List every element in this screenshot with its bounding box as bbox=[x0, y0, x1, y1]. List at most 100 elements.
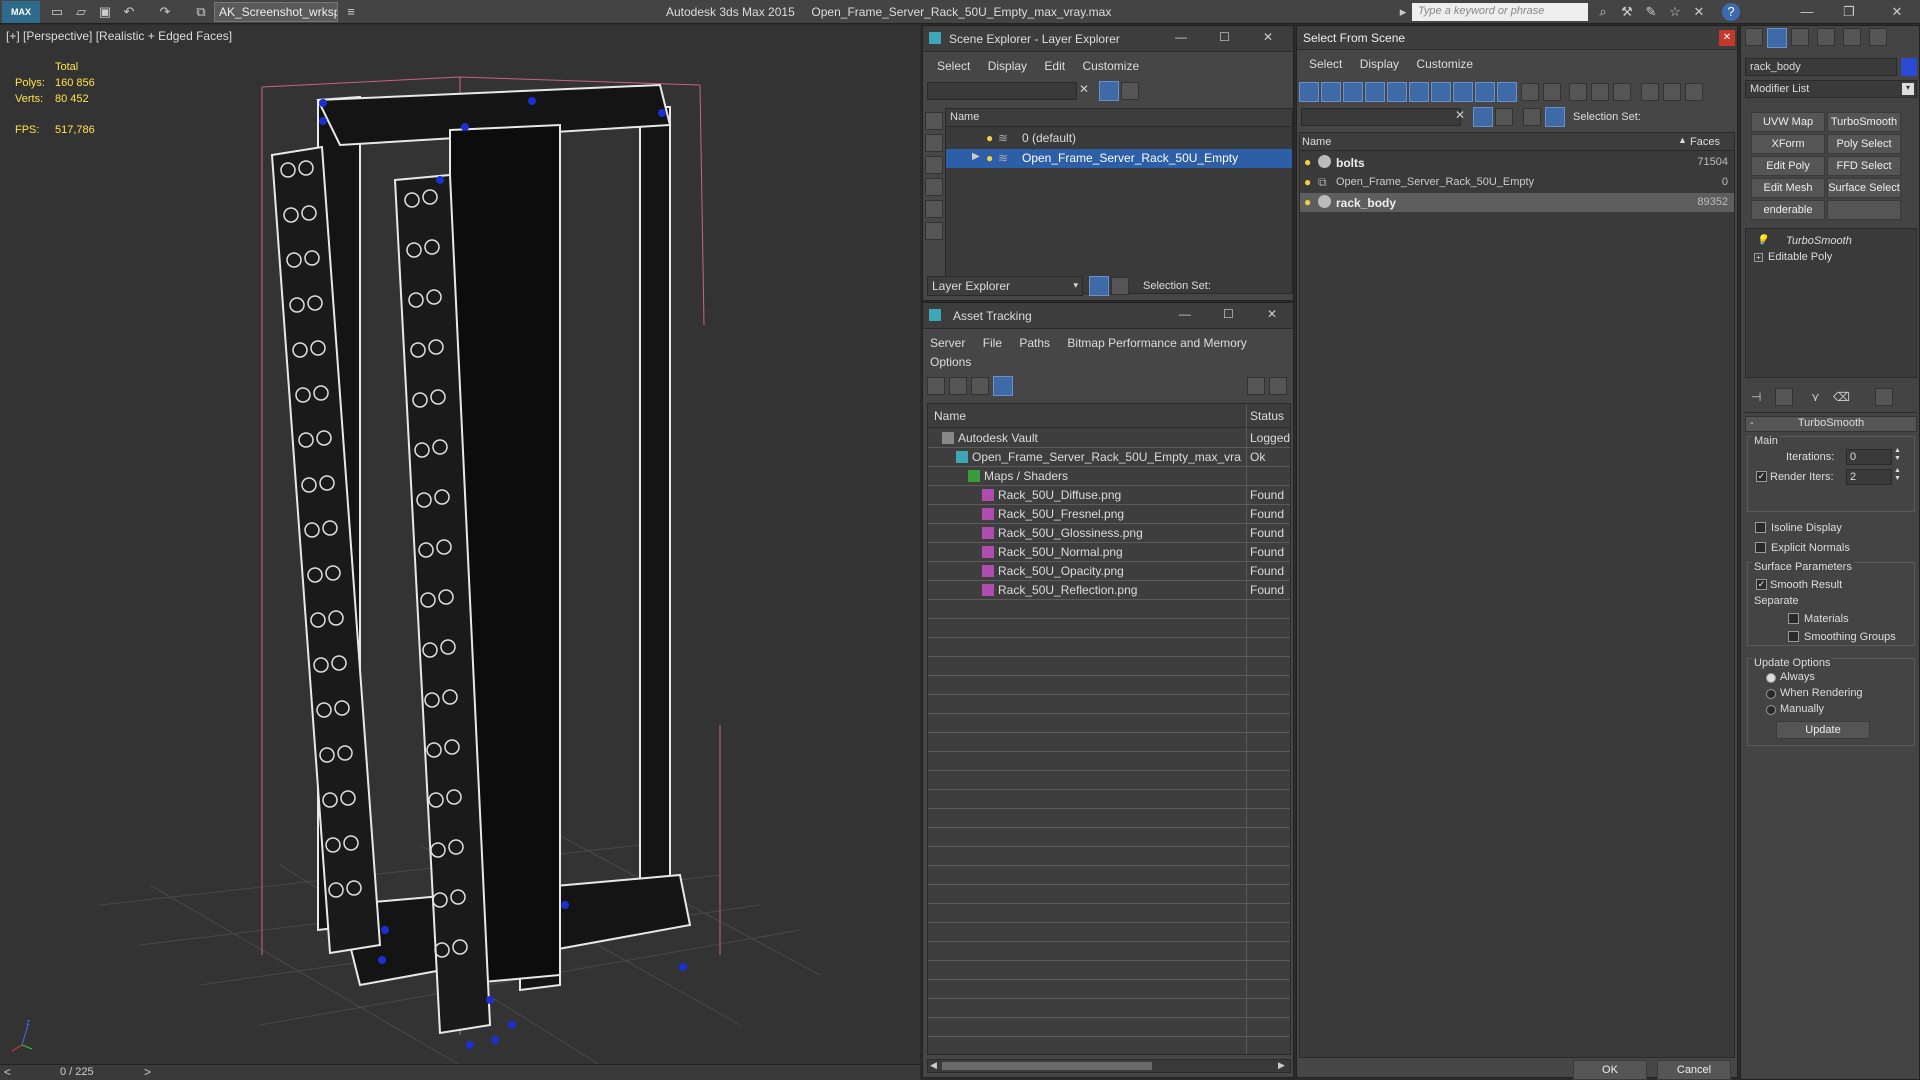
modifier-list-dropdown[interactable]: Modifier List ▾ bbox=[1745, 80, 1917, 98]
smooth-result-checkbox[interactable]: ✓ bbox=[1756, 579, 1767, 590]
expand-arrow-icon[interactable]: ▶ bbox=[972, 151, 980, 162]
pin-stack-icon[interactable]: ⊣ bbox=[1751, 390, 1761, 404]
sfs-menu-customize[interactable]: Customize bbox=[1416, 57, 1473, 71]
light-bulb-icon[interactable]: ● bbox=[1304, 155, 1311, 169]
make-unique-icon[interactable]: ⋎ bbox=[1811, 390, 1820, 404]
motion-tab-icon[interactable] bbox=[1817, 28, 1835, 46]
keyword-search-input[interactable]: Type a keyword or phrase bbox=[1412, 3, 1588, 21]
asset-row[interactable]: Open_Frame_Server_Rack_50U_Empty_max_vra… bbox=[928, 448, 1290, 467]
sfs-filter-icon[interactable] bbox=[1473, 107, 1493, 127]
refresh-icon[interactable] bbox=[927, 377, 945, 395]
project-folder-icon[interactable]: ⧉ bbox=[192, 3, 210, 21]
light-bulb-icon[interactable]: ● bbox=[986, 131, 993, 145]
menu-customize[interactable]: Customize bbox=[1082, 59, 1139, 73]
uvw-map-button[interactable]: UVW Map bbox=[1751, 112, 1825, 132]
col-name[interactable]: Name bbox=[1302, 136, 1331, 148]
search-arrow-icon[interactable]: ▸ bbox=[1394, 3, 1412, 21]
configure-sets-icon[interactable] bbox=[1875, 388, 1893, 406]
asset-horizontal-scrollbar[interactable]: ◀ ▶ bbox=[927, 1059, 1291, 1073]
edit-mesh-button[interactable]: Edit Mesh bbox=[1751, 178, 1825, 198]
scene-explorer-search-input[interactable] bbox=[927, 82, 1077, 100]
scene-explorer-minimize-icon[interactable]: — bbox=[1175, 30, 1187, 44]
object-row-rack-body[interactable]: ● rack_body 89352 bbox=[1300, 193, 1734, 212]
layer-explorer-dropdown[interactable]: Layer Explorer ▾ bbox=[927, 276, 1083, 296]
tools-icon[interactable]: ✕ bbox=[1690, 3, 1708, 21]
asset-row[interactable]: Rack_50U_Glossiness.png Found bbox=[928, 524, 1290, 543]
display-shapes-icon[interactable] bbox=[925, 134, 943, 152]
rack-wireframe-model[interactable]: z bbox=[0, 25, 920, 1065]
clear-search-icon[interactable]: ✕ bbox=[1079, 82, 1089, 96]
light-bulb-icon[interactable]: ● bbox=[1304, 175, 1311, 189]
close-icon[interactable]: ✕ bbox=[1888, 3, 1906, 21]
iterations-spinner[interactable]: 0 bbox=[1846, 449, 1892, 465]
display-none-icon[interactable] bbox=[1543, 83, 1561, 101]
ok-button[interactable]: OK bbox=[1573, 1060, 1647, 1080]
turbosmooth-button[interactable]: TurboSmooth bbox=[1827, 112, 1901, 132]
display-spacewarps-icon[interactable] bbox=[925, 222, 943, 240]
filter-options-icon[interactable] bbox=[1641, 83, 1659, 101]
update-button[interactable]: Update bbox=[1776, 721, 1870, 739]
select-none-icon[interactable] bbox=[1613, 83, 1631, 101]
asset-row[interactable]: Maps / Shaders bbox=[928, 467, 1290, 486]
filter-icon[interactable] bbox=[1099, 81, 1119, 101]
display-tab-icon[interactable] bbox=[1843, 28, 1861, 46]
asset-tracking-minimize-icon[interactable]: — bbox=[1179, 307, 1191, 321]
display-shapes-icon[interactable] bbox=[1321, 82, 1341, 102]
display-lights-icon[interactable] bbox=[925, 156, 943, 174]
asset-row[interactable]: Autodesk Vault Logged bbox=[928, 429, 1290, 448]
menu-server[interactable]: Server bbox=[930, 336, 965, 350]
column-name[interactable]: Name bbox=[950, 111, 979, 123]
light-bulb-icon[interactable]: 💡 bbox=[1756, 235, 1768, 246]
spinner-arrows-icon[interactable]: ▲ ▼ bbox=[1894, 447, 1901, 463]
sfs-clear-search-icon[interactable]: ✕ bbox=[1455, 108, 1465, 122]
display-helpers-icon[interactable] bbox=[1387, 82, 1407, 102]
communication-icon[interactable]: ✎ bbox=[1642, 3, 1660, 21]
tree-view-icon[interactable] bbox=[971, 377, 989, 395]
hierarchy-icon[interactable] bbox=[1663, 83, 1681, 101]
minimize-icon[interactable]: — bbox=[1798, 3, 1816, 21]
layer-row-default[interactable]: ● ≋ 0 (default) bbox=[946, 129, 1292, 148]
asset-row[interactable]: Rack_50U_Reflection.png Found bbox=[928, 581, 1290, 600]
display-helpers-icon[interactable] bbox=[925, 200, 943, 218]
binoculars-icon[interactable]: ⌕ bbox=[1594, 3, 1612, 21]
layer-row-rack[interactable]: ▶ ● ≋ Open_Frame_Server_Rack_50U_Empty bbox=[946, 149, 1292, 168]
scroll-left-icon[interactable]: ◀ bbox=[930, 1060, 937, 1071]
empty-modifier-button[interactable] bbox=[1827, 200, 1901, 220]
display-cameras-icon[interactable] bbox=[925, 178, 943, 196]
object-row-bolts[interactable]: ● bolts 71504 bbox=[1300, 153, 1734, 172]
favorites-icon[interactable]: ☆ bbox=[1666, 3, 1684, 21]
display-invert-icon[interactable] bbox=[1569, 83, 1587, 101]
manually-radio[interactable] bbox=[1766, 705, 1776, 715]
modify-tab-icon[interactable] bbox=[1767, 28, 1787, 48]
display-groups-icon[interactable] bbox=[1431, 82, 1451, 102]
new-file-icon[interactable]: ▭ bbox=[48, 3, 66, 21]
show-end-result-icon[interactable] bbox=[1775, 388, 1793, 406]
asset-tracking-close-icon[interactable]: ✕ bbox=[1267, 307, 1277, 321]
scroll-thumb[interactable] bbox=[942, 1062, 1152, 1070]
display-cameras-icon[interactable] bbox=[1365, 82, 1385, 102]
spinner-arrows-icon[interactable]: ▲ ▼ bbox=[1894, 467, 1901, 483]
app-logo-icon[interactable]: MAX bbox=[2, 1, 40, 23]
asset-row[interactable]: Rack_50U_Diffuse.png Found bbox=[928, 486, 1290, 505]
menu-edit[interactable]: Edit bbox=[1044, 59, 1065, 73]
sfs-menu-display[interactable]: Display bbox=[1360, 57, 1399, 71]
rollout-header[interactable]: - TurboSmooth bbox=[1745, 416, 1917, 432]
menu-display[interactable]: Display bbox=[988, 59, 1027, 73]
stack-item-turbosmooth[interactable]: 💡 TurboSmooth bbox=[1746, 235, 1916, 251]
menu-select[interactable]: Select bbox=[937, 59, 970, 73]
save-icon[interactable]: ▣ bbox=[96, 3, 114, 21]
display-containers-icon[interactable] bbox=[1497, 82, 1517, 102]
menu-options[interactable]: Options bbox=[930, 355, 971, 369]
light-bulb-icon[interactable]: ● bbox=[1304, 195, 1311, 209]
cancel-button[interactable]: Cancel bbox=[1657, 1060, 1731, 1080]
workspace-dropdown[interactable]: AK_Screenshot_wrksp ▾ bbox=[214, 2, 338, 22]
edit-poly-button[interactable]: Edit Poly bbox=[1751, 156, 1825, 176]
xform-button[interactable]: XForm bbox=[1751, 134, 1825, 154]
light-bulb-icon[interactable]: ● bbox=[986, 151, 993, 165]
when-rendering-radio[interactable] bbox=[1766, 689, 1776, 699]
col-status[interactable]: Status bbox=[1250, 409, 1284, 423]
isoline-display-checkbox[interactable] bbox=[1755, 522, 1766, 533]
sfs-layer-icon[interactable] bbox=[1523, 108, 1541, 126]
display-spacewarps-icon[interactable] bbox=[1409, 82, 1429, 102]
ffd-select-button[interactable]: FFD Select bbox=[1827, 156, 1901, 176]
